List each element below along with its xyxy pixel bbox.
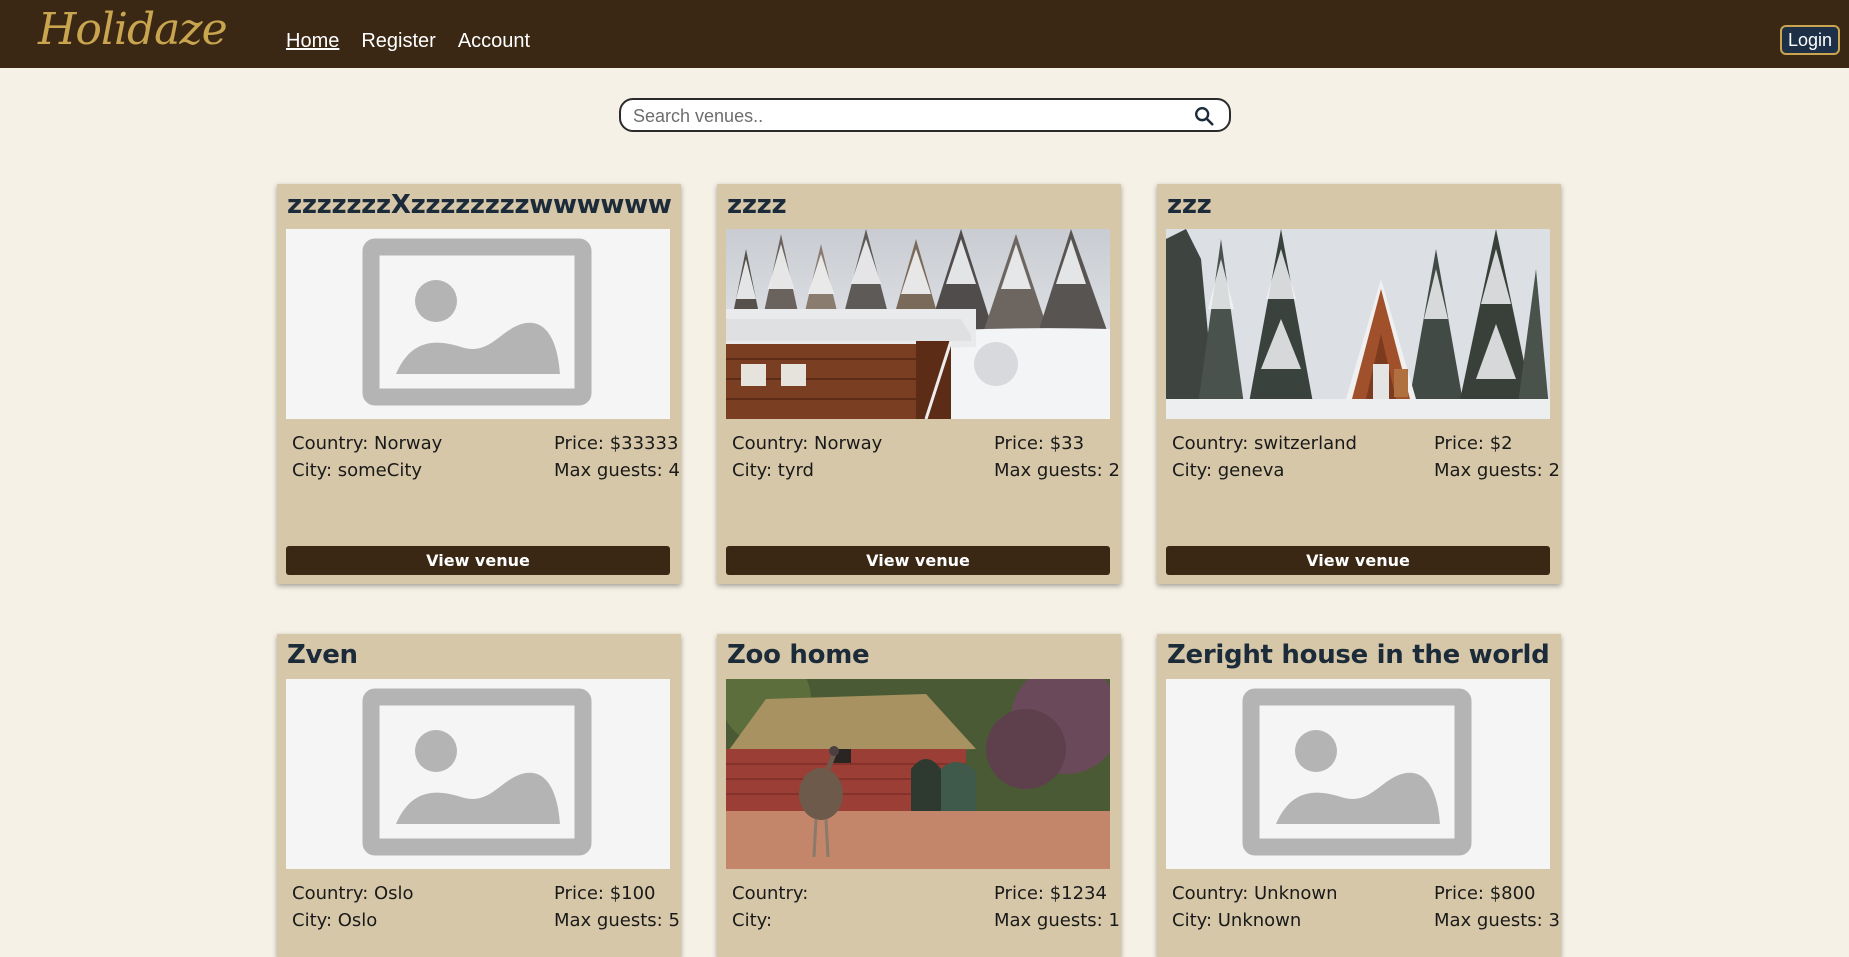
venue-price: Price: $800 xyxy=(1434,883,1536,904)
venue-card: Zven Country: Oslo City: Oslo Price: $10… xyxy=(277,634,681,957)
venue-image[interactable] xyxy=(1166,229,1550,419)
view-venue-button[interactable]: View venue xyxy=(286,546,670,575)
venue-price: Price: $1234 xyxy=(994,883,1107,904)
image-placeholder-icon xyxy=(286,679,670,869)
main-nav: Home Register Account xyxy=(286,30,530,53)
snowy-cabin-photo xyxy=(726,229,1110,419)
venue-city: City: tyrd xyxy=(732,460,814,481)
venue-city: City: xyxy=(732,910,773,931)
image-placeholder-icon xyxy=(286,229,670,419)
venue-max-guests: Max guests: 2 xyxy=(1434,460,1560,481)
venue-card: Zoo home Country: City: Price: $1234 Max… xyxy=(717,634,1121,957)
venue-max-guests: Max guests: 1 xyxy=(994,910,1120,931)
nav-link-register[interactable]: Register xyxy=(361,30,435,53)
nav-link-account[interactable]: Account xyxy=(458,30,530,53)
site-logo[interactable]: Holidaze xyxy=(38,4,228,55)
venue-title: Zoo home xyxy=(727,640,870,670)
emu-hut-photo xyxy=(726,679,1110,869)
venue-country: Country: xyxy=(732,883,809,904)
venue-country: Country: Norway xyxy=(732,433,883,454)
search-bar xyxy=(619,98,1231,132)
top-navbar: Holidaze Home Register Account Login xyxy=(0,0,1849,68)
venue-city: City: Oslo xyxy=(292,910,378,931)
venue-price: Price: $100 xyxy=(554,883,656,904)
venue-max-guests: Max guests: 5 xyxy=(554,910,680,931)
login-button[interactable]: Login xyxy=(1780,25,1841,55)
venue-city: City: someCity xyxy=(292,460,423,481)
view-venue-button[interactable]: View venue xyxy=(726,546,1110,575)
venue-title: zzzzzzzXzzzzzzzzwwwwww xyxy=(287,190,672,220)
a-frame-cabin-photo xyxy=(1166,229,1550,419)
image-placeholder-icon xyxy=(1166,679,1550,869)
venue-image[interactable] xyxy=(726,679,1110,869)
venue-title: zzzz xyxy=(727,190,787,220)
venue-price: Price: $33333 xyxy=(554,433,679,454)
venue-card: zzzz Country: Norway City: tyrd Price: $… xyxy=(717,184,1121,584)
venue-price: Price: $2 xyxy=(1434,433,1513,454)
venue-card: Zeright house in the world Country: Unkn… xyxy=(1157,634,1561,957)
venue-image[interactable] xyxy=(726,229,1110,419)
venue-title: Zeright house in the world xyxy=(1167,640,1550,670)
search-icon[interactable] xyxy=(1193,105,1215,127)
venue-card: zzz Country: switzerland City: geneva Pr… xyxy=(1157,184,1561,584)
nav-link-home[interactable]: Home xyxy=(286,30,339,53)
view-venue-button[interactable]: View venue xyxy=(1166,546,1550,575)
venue-title: zzz xyxy=(1167,190,1212,220)
venue-country: Country: Oslo xyxy=(292,883,414,904)
venue-max-guests: Max guests: 3 xyxy=(1434,910,1560,931)
venue-country: Country: Norway xyxy=(292,433,443,454)
venue-max-guests: Max guests: 4 xyxy=(554,460,680,481)
venue-city: City: geneva xyxy=(1172,460,1285,481)
venue-max-guests: Max guests: 2 xyxy=(994,460,1120,481)
venue-card: zzzzzzzXzzzzzzzzwwwwww Country: Norway C… xyxy=(277,184,681,584)
venue-country: Country: Unknown xyxy=(1172,883,1338,904)
venue-image[interactable] xyxy=(1166,679,1550,869)
venue-country: Country: switzerland xyxy=(1172,433,1357,454)
venue-price: Price: $33 xyxy=(994,433,1085,454)
venue-city: City: Unknown xyxy=(1172,910,1302,931)
search-input[interactable] xyxy=(631,103,1175,129)
venue-image[interactable] xyxy=(286,679,670,869)
venue-image[interactable] xyxy=(286,229,670,419)
venue-title: Zven xyxy=(287,640,358,670)
